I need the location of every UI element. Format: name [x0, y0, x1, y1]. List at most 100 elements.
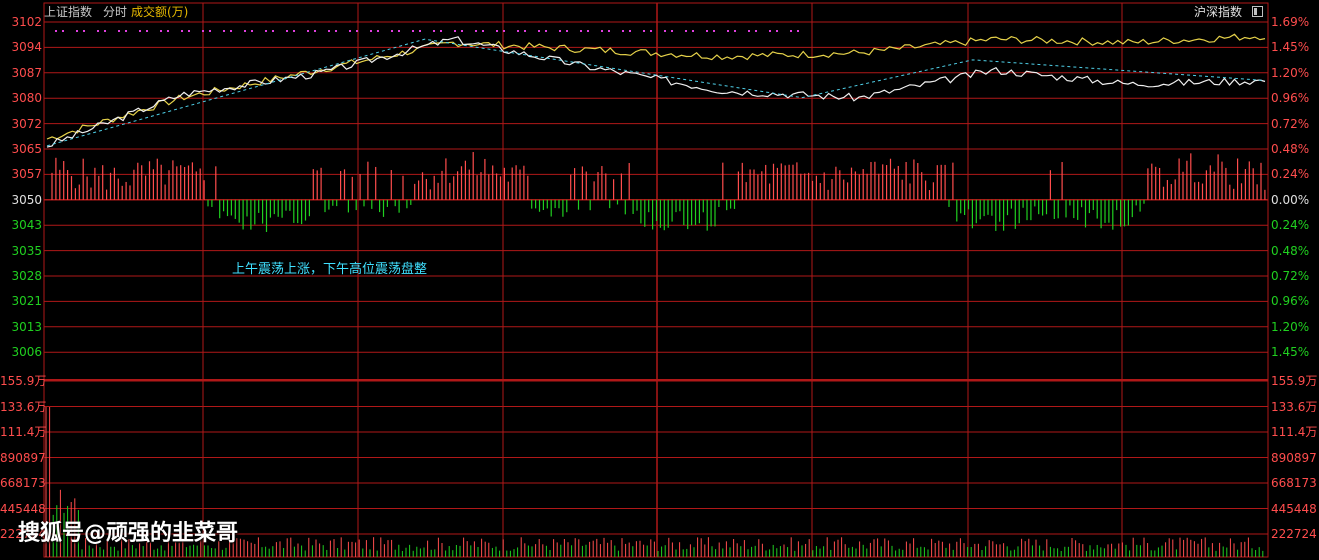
signal-dot	[307, 30, 309, 32]
signal-dot	[601, 30, 603, 32]
price-label-left: 3021	[11, 294, 42, 309]
percent-label-right: 0.00%	[1271, 192, 1310, 207]
percent-label-right: 1.69%	[1271, 15, 1310, 29]
signal-dot	[209, 30, 211, 32]
price-label-left: 3087	[11, 65, 42, 80]
signal-dot	[349, 30, 351, 32]
signal-dot	[461, 30, 463, 32]
signal-dot	[335, 30, 337, 32]
signal-dot	[377, 30, 379, 32]
signal-dot	[496, 30, 498, 32]
signal-dot	[566, 30, 568, 32]
signal-dot	[370, 30, 372, 32]
volume-label-right: 155.9万	[1271, 374, 1318, 388]
signal-dot	[475, 30, 477, 32]
signal-dot	[608, 30, 610, 32]
signal-dot	[398, 30, 400, 32]
signal-dot	[538, 30, 540, 32]
percent-label-right: 1.45%	[1271, 40, 1310, 55]
percent-label-right: 0.48%	[1271, 243, 1310, 258]
signal-dot	[230, 30, 232, 32]
signal-dot	[188, 30, 190, 32]
signal-dot	[797, 30, 799, 32]
price-label-left: 3057	[11, 167, 42, 182]
signal-dot	[643, 30, 645, 32]
signal-dot	[181, 30, 183, 32]
price-label-left: 3065	[11, 142, 42, 156]
signal-dot	[251, 30, 253, 32]
signal-dot	[83, 30, 85, 32]
signal-dot	[314, 30, 316, 32]
price-label-left: 3080	[11, 91, 42, 106]
signal-dot	[440, 30, 442, 32]
signal-dot	[587, 30, 589, 32]
signal-dot	[244, 30, 246, 32]
signal-dot	[629, 30, 631, 32]
signal-dot	[104, 30, 106, 32]
volume-label-right: 111.4万	[1271, 425, 1318, 439]
chart-annotation: 上午震荡上涨，下午高位震荡盘整	[232, 262, 428, 277]
signal-dot	[62, 30, 64, 32]
volume-label-right: 890897	[1271, 450, 1317, 465]
signal-dot	[55, 30, 57, 32]
signal-dot	[356, 30, 358, 32]
signal-dot	[790, 30, 792, 32]
signal-dot	[167, 30, 169, 32]
watermark-text: 搜狐号@顽强的韭菜哥	[18, 521, 239, 546]
signal-dot	[328, 30, 330, 32]
signal-dot	[146, 30, 148, 32]
volume-label-left: 133.6万	[0, 399, 47, 414]
signal-dot	[412, 30, 414, 32]
price-label-left: 3050	[11, 192, 42, 207]
signal-dot	[559, 30, 561, 32]
signal-dot	[755, 30, 757, 32]
percent-label-right: 0.24%	[1271, 167, 1310, 182]
signal-dot	[454, 30, 456, 32]
percent-label-right: 0.72%	[1271, 116, 1310, 131]
signal-dot	[664, 30, 666, 32]
price-label-left: 3094	[11, 40, 42, 55]
signal-dot	[391, 30, 393, 32]
signal-dot	[202, 30, 204, 32]
signal-dot	[580, 30, 582, 32]
volume-label-left: 445448	[0, 501, 46, 516]
signal-dot	[713, 30, 715, 32]
signal-dot	[223, 30, 225, 32]
percent-label-right: 0.96%	[1271, 91, 1310, 106]
signal-dot	[517, 30, 519, 32]
intraday-chart[interactable]	[0, 0, 1319, 560]
signal-dot	[76, 30, 78, 32]
signal-dot	[503, 30, 505, 32]
signal-dot	[622, 30, 624, 32]
signal-dot	[706, 30, 708, 32]
signal-dot	[272, 30, 274, 32]
percent-label-right: 0.96%	[1271, 294, 1310, 309]
volume-label-left: 890897	[0, 450, 46, 465]
percent-label-right: 0.24%	[1271, 218, 1310, 233]
price-label-left: 3028	[11, 269, 42, 283]
price-label-left: 3072	[11, 116, 42, 131]
signal-dot	[265, 30, 267, 32]
price-label-left: 3102	[11, 15, 42, 29]
percent-label-right: 1.45%	[1271, 345, 1310, 360]
signal-dot	[160, 30, 162, 32]
signal-dot	[769, 30, 771, 32]
signal-dot	[748, 30, 750, 32]
signal-dot	[286, 30, 288, 32]
signal-dot	[293, 30, 295, 32]
volume-label-right: 668173	[1271, 476, 1317, 490]
signal-dot	[419, 30, 421, 32]
percent-label-right: 0.48%	[1271, 142, 1310, 156]
signal-dot	[433, 30, 435, 32]
signal-dot	[692, 30, 694, 32]
signal-dot	[125, 30, 127, 32]
percent-label-right: 1.20%	[1271, 65, 1310, 80]
signal-dot	[524, 30, 526, 32]
percent-label-right: 1.20%	[1271, 319, 1310, 334]
price-label-left: 3035	[11, 243, 42, 258]
price-label-left: 3006	[11, 345, 42, 360]
price-label-left: 3043	[11, 218, 42, 233]
trend-line	[46, 38, 1266, 147]
signal-dot	[118, 30, 120, 32]
volume-label-right: 222724	[1271, 527, 1317, 541]
